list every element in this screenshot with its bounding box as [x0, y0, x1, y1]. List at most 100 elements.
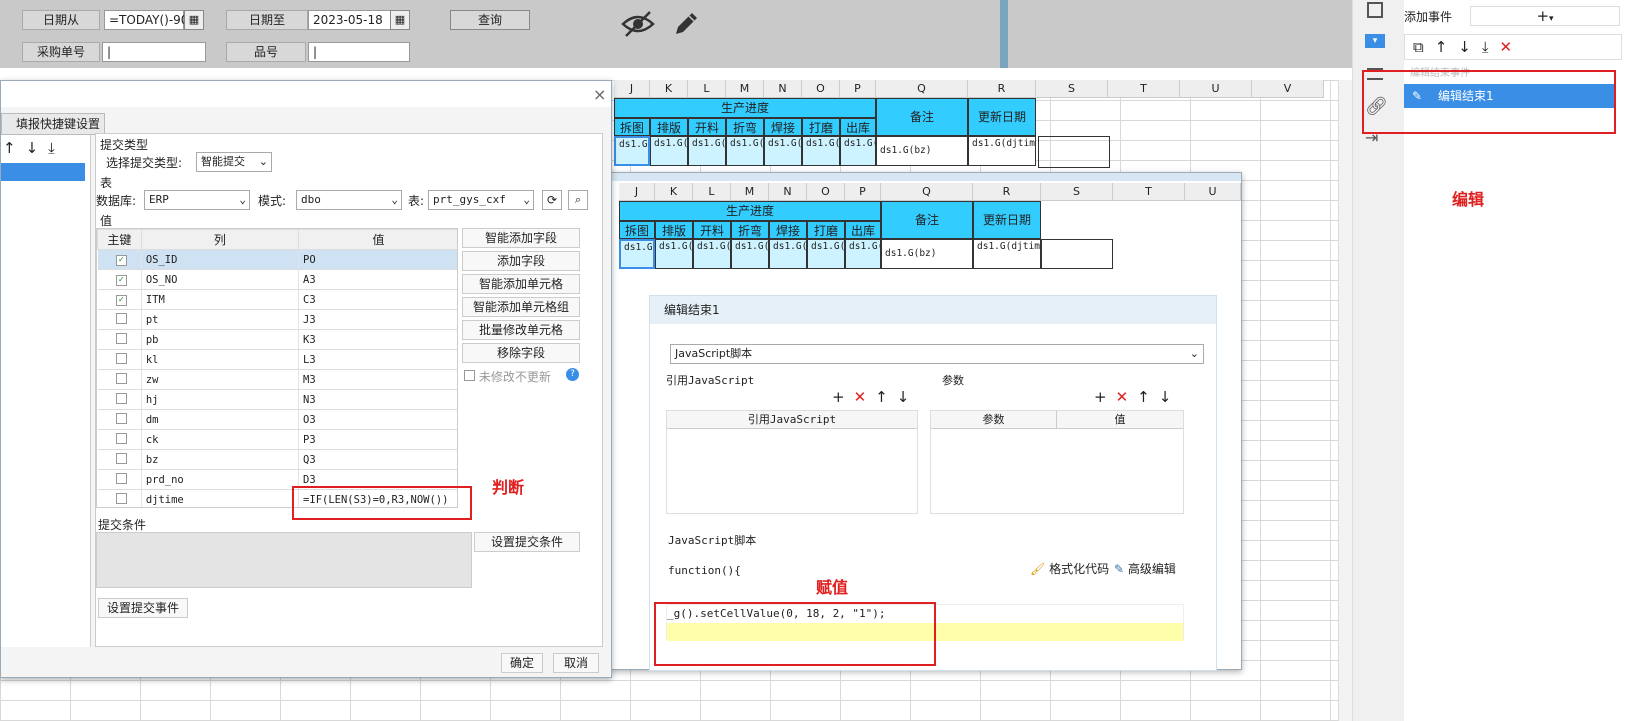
table-row[interactable]: dm O3 [97, 409, 457, 430]
column-header[interactable]: Q [881, 183, 973, 201]
widget-attribute-icon[interactable]: ▾ [1365, 34, 1385, 48]
value-cell[interactable]: Q3 [298, 449, 457, 470]
delete-icon[interactable]: ✕ [1116, 388, 1138, 406]
table-row[interactable]: ✓ ITM C3 [97, 289, 457, 310]
value-cell[interactable]: O3 [298, 409, 457, 430]
sub-header-cell[interactable]: 排版 [655, 221, 693, 239]
search-table-icon[interactable]: ⌕ [568, 190, 588, 210]
tab-shortcut-settings[interactable]: 填报快捷键设置 [1, 113, 105, 135]
remark-formula-cell[interactable]: ds1.G(bz) [876, 136, 968, 166]
column-cell[interactable]: OS_ID [141, 249, 300, 270]
sheet-cell[interactable] [1038, 136, 1110, 168]
column-header[interactable]: L [688, 80, 726, 98]
remark-header-cell[interactable]: 备注 [881, 201, 973, 239]
column-header[interactable]: R [968, 80, 1036, 98]
column-header[interactable]: N [764, 80, 802, 98]
primary-key-checkbox[interactable]: ✓ [115, 295, 127, 306]
primary-key-checkbox[interactable] [115, 432, 127, 444]
arrow-down-icon[interactable]: ↓ [1458, 38, 1482, 56]
column-cell[interactable]: dm [141, 409, 300, 430]
vertical-scrollbar[interactable] [1338, 80, 1352, 721]
ok-button[interactable]: 确定 [501, 653, 543, 673]
add-event-dropdown[interactable]: +▾ [1470, 6, 1620, 26]
sub-header-cell[interactable]: 排版 [650, 118, 688, 136]
update-formula-cell[interactable]: ds1.G(djtime) [973, 239, 1041, 269]
column-header[interactable]: N [769, 183, 807, 201]
formula-cell[interactable]: ds1.G(hj) [769, 239, 807, 269]
value-cell[interactable]: J3 [298, 309, 457, 330]
arrow-up-icon[interactable]: ↑ [1137, 388, 1159, 406]
cell-attribute-icon[interactable] [1367, 2, 1383, 18]
formula-cell[interactable]: ds1.G(ck) [840, 136, 876, 166]
arrow-up-icon[interactable]: ↑ [875, 388, 897, 406]
remove-field-button[interactable]: 移除字段 [462, 343, 580, 363]
sub-header-cell[interactable]: 打磨 [802, 118, 840, 136]
formula-cell[interactable]: ds1.G(dm) [807, 239, 845, 269]
formula-cell[interactable]: ds1.G(pt) [619, 239, 655, 269]
table-row[interactable]: ck P3 [97, 429, 457, 450]
formula-cell[interactable]: ds1.G(pb) [650, 136, 688, 166]
sub-header-cell[interactable]: 出库 [845, 221, 881, 239]
column-header[interactable]: P [845, 183, 881, 201]
formula-cell[interactable]: ds1.G(kl) [688, 136, 726, 166]
calendar-icon[interactable]: ▦ [184, 10, 204, 30]
primary-key-checkbox[interactable] [115, 352, 127, 364]
table-row[interactable]: zw M3 [97, 369, 457, 390]
column-header[interactable]: U [1180, 80, 1252, 98]
smart-add-field-button[interactable]: 智能添加字段 [462, 228, 580, 248]
ref-js-table[interactable]: 引用JavaScript [666, 410, 918, 514]
column-header[interactable]: R [973, 183, 1041, 201]
po-number-input[interactable]: | [102, 42, 206, 62]
primary-key-checkbox[interactable] [115, 472, 127, 484]
value-cell[interactable]: L3 [298, 349, 457, 370]
column-cell[interactable]: kl [141, 349, 300, 370]
formula-cell[interactable]: ds1.G(kl) [693, 239, 731, 269]
update-header-cell[interactable]: 更新日期 [973, 201, 1041, 239]
table-row[interactable]: pt J3 [97, 309, 457, 330]
column-header[interactable]: L [693, 183, 731, 201]
database-select[interactable]: ERP ⌄ [144, 190, 250, 210]
batch-edit-cells-button[interactable]: 批量修改单元格 [462, 320, 580, 340]
selected-event-row[interactable] [1, 163, 85, 181]
advanced-edit-button[interactable]: ✎ 高级编辑 [1114, 560, 1176, 577]
set-condition-button[interactable]: 设置提交条件 [474, 532, 580, 552]
primary-key-checkbox[interactable] [115, 492, 127, 504]
formula-cell[interactable]: ds1.G(zw) [731, 239, 769, 269]
primary-key-checkbox[interactable]: ✓ [115, 275, 127, 286]
column-header[interactable]: V [1252, 80, 1324, 98]
column-header[interactable]: Q [876, 80, 968, 98]
sub-header-cell[interactable]: 焊接 [764, 118, 802, 136]
table-row[interactable]: bz Q3 [97, 449, 457, 470]
column-header[interactable]: T [1113, 183, 1185, 201]
cancel-button[interactable]: 取消 [553, 653, 599, 673]
sub-header-cell[interactable]: 打磨 [807, 221, 845, 239]
column-cell[interactable]: djtime [141, 489, 300, 507]
column-header[interactable]: J [619, 183, 655, 201]
table-row[interactable]: pb K3 [97, 329, 457, 350]
value-cell[interactable]: PO [298, 249, 457, 270]
calendar-icon[interactable]: ▦ [390, 10, 410, 30]
formula-cell[interactable]: ds1.G(pt) [614, 136, 650, 166]
pencil-icon[interactable] [670, 8, 702, 40]
sub-header-cell[interactable]: 拆图 [619, 221, 655, 239]
table-row[interactable]: ✓ OS_ID PO [97, 249, 457, 270]
arrow-up-icon[interactable]: ↑ [1435, 38, 1459, 56]
sub-header-cell[interactable]: 折弯 [731, 221, 769, 239]
delete-icon[interactable]: ✕ [854, 388, 876, 406]
table-row[interactable]: hj N3 [97, 389, 457, 410]
set-event-button[interactable]: 设置提交事件 [98, 598, 188, 618]
table-row[interactable]: kl L3 [97, 349, 457, 370]
sub-header-cell[interactable]: 出库 [840, 118, 876, 136]
column-cell[interactable]: pb [141, 329, 300, 350]
formula-cell[interactable]: ds1.G(dm) [802, 136, 840, 166]
column-header[interactable]: U [1185, 183, 1241, 201]
value-cell[interactable]: K3 [298, 329, 457, 350]
primary-key-checkbox[interactable] [115, 452, 127, 464]
column-header[interactable]: S [1041, 183, 1113, 201]
close-icon[interactable]: × [593, 85, 606, 104]
primary-key-checkbox[interactable] [115, 332, 127, 344]
column-header[interactable]: O [807, 183, 845, 201]
update-formula-cell[interactable]: ds1.G(djtime) [968, 136, 1036, 166]
sheet-cell[interactable] [1041, 239, 1113, 269]
script-type-select[interactable]: JavaScript脚本 ⌄ [670, 344, 1204, 364]
